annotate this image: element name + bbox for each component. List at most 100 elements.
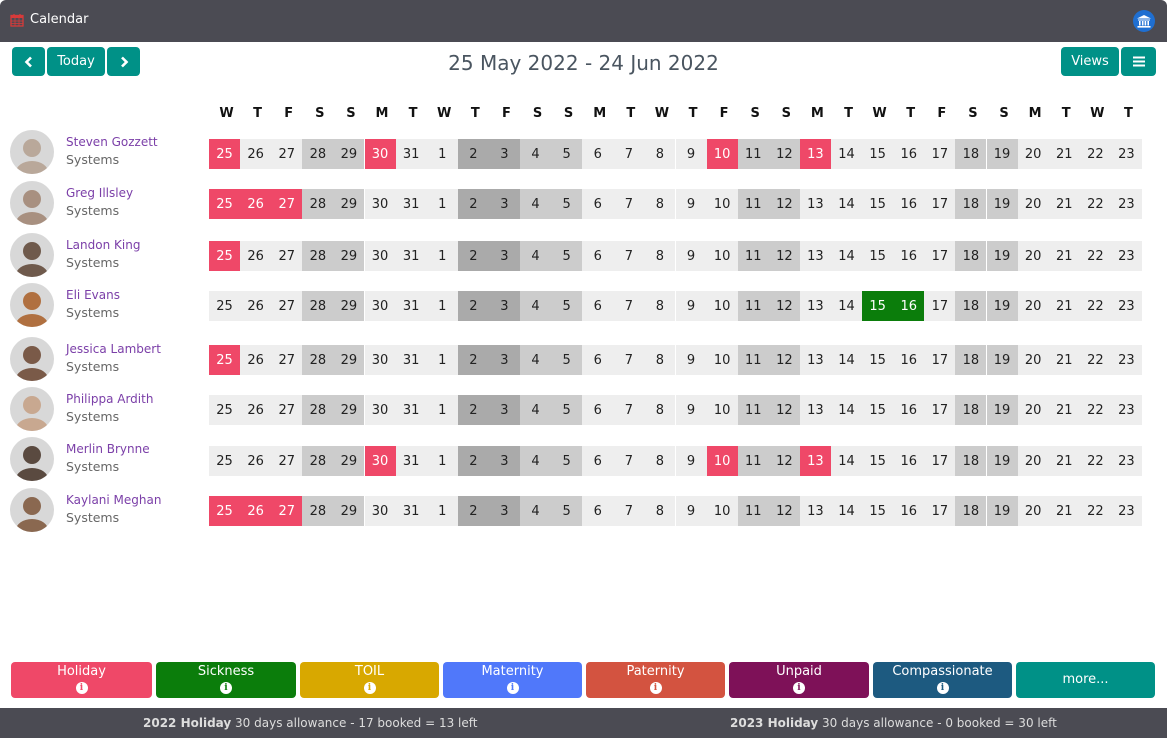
day-cell-holiday[interactable]: 30 (364, 446, 396, 476)
employee-name[interactable]: Merlin Brynne (66, 442, 150, 456)
day-cell[interactable]: 8 (644, 291, 676, 321)
day-cell-holiday[interactable]: 25 (209, 139, 241, 169)
day-cell[interactable]: 6 (582, 446, 614, 476)
day-cell[interactable]: 30 (364, 241, 396, 271)
day-cell[interactable]: 12 (768, 345, 800, 375)
day-cell[interactable]: 16 (893, 395, 925, 425)
day-cell[interactable]: 4 (520, 291, 552, 321)
day-cell[interactable]: 1 (426, 446, 458, 476)
day-cell[interactable]: 1 (426, 496, 458, 526)
day-cell[interactable]: 22 (1079, 446, 1111, 476)
avatar[interactable] (10, 437, 54, 481)
legend-sickness-button[interactable]: Sickness i (156, 662, 296, 698)
day-cell[interactable]: 16 (893, 446, 925, 476)
day-cell[interactable]: 19 (986, 291, 1018, 321)
day-cell[interactable]: 8 (644, 241, 676, 271)
day-cell-holiday[interactable]: 10 (706, 446, 738, 476)
day-cell[interactable]: 17 (924, 189, 956, 219)
day-cell[interactable]: 10 (706, 189, 738, 219)
day-cell[interactable]: 18 (955, 446, 987, 476)
day-cell-holiday[interactable]: 30 (364, 139, 396, 169)
day-cell-holiday[interactable]: 13 (799, 139, 831, 169)
info-icon[interactable]: i (220, 682, 232, 694)
day-cell[interactable]: 12 (768, 241, 800, 271)
day-cell[interactable]: 10 (706, 241, 738, 271)
day-cell[interactable]: 1 (426, 189, 458, 219)
day-cell[interactable]: 23 (1110, 291, 1142, 321)
day-cell[interactable]: 29 (333, 345, 365, 375)
legend-more-button[interactable]: more... (1016, 662, 1155, 698)
day-cell[interactable]: 29 (333, 446, 365, 476)
day-cell[interactable]: 26 (240, 139, 272, 169)
day-cell[interactable]: 5 (551, 496, 583, 526)
day-cell[interactable]: 11 (737, 496, 769, 526)
day-cell[interactable]: 4 (520, 345, 552, 375)
avatar[interactable] (10, 130, 54, 174)
day-cell[interactable]: 26 (240, 291, 272, 321)
day-cell[interactable]: 31 (395, 345, 427, 375)
day-cell-sickness[interactable]: 16 (893, 291, 925, 321)
day-cell[interactable]: 1 (426, 395, 458, 425)
day-cell[interactable]: 1 (426, 139, 458, 169)
legend-holiday-button[interactable]: Holiday i (11, 662, 152, 698)
day-cell[interactable]: 8 (644, 189, 676, 219)
legend-compassionate-button[interactable]: Compassionate i (873, 662, 1012, 698)
day-cell[interactable]: 11 (737, 395, 769, 425)
day-cell[interactable]: 17 (924, 446, 956, 476)
day-cell[interactable]: 27 (271, 241, 303, 271)
employee-name[interactable]: Jessica Lambert (66, 342, 161, 356)
legend-unpaid-button[interactable]: Unpaid i (729, 662, 869, 698)
day-cell[interactable]: 12 (768, 189, 800, 219)
day-cell[interactable]: 22 (1079, 345, 1111, 375)
day-cell[interactable]: 28 (302, 395, 334, 425)
day-cell[interactable]: 13 (799, 345, 831, 375)
day-cell[interactable]: 23 (1110, 395, 1142, 425)
day-cell[interactable]: 27 (271, 345, 303, 375)
info-icon[interactable]: i (936, 682, 949, 694)
day-cell[interactable]: 19 (986, 139, 1018, 169)
day-cell[interactable]: 5 (551, 139, 583, 169)
day-cell[interactable]: 21 (1048, 496, 1080, 526)
avatar[interactable] (10, 233, 54, 277)
day-cell[interactable]: 3 (488, 291, 520, 321)
day-cell[interactable]: 20 (1017, 291, 1049, 321)
day-cell[interactable]: 9 (675, 496, 707, 526)
day-cell[interactable]: 5 (551, 345, 583, 375)
day-cell[interactable]: 9 (675, 345, 707, 375)
day-cell[interactable]: 10 (706, 345, 738, 375)
day-cell[interactable]: 10 (706, 395, 738, 425)
bank-icon[interactable] (1133, 10, 1155, 32)
day-cell[interactable]: 23 (1110, 446, 1142, 476)
day-cell[interactable]: 10 (706, 291, 738, 321)
day-cell[interactable]: 17 (924, 291, 956, 321)
info-icon[interactable]: i (793, 682, 805, 694)
day-cell[interactable]: 15 (862, 241, 894, 271)
day-cell[interactable]: 29 (333, 241, 365, 271)
day-cell[interactable]: 23 (1110, 496, 1142, 526)
day-cell-holiday[interactable]: 25 (209, 241, 241, 271)
day-cell[interactable]: 19 (986, 395, 1018, 425)
day-cell[interactable]: 16 (893, 241, 925, 271)
day-cell[interactable]: 21 (1048, 189, 1080, 219)
day-cell[interactable]: 31 (395, 139, 427, 169)
info-icon[interactable]: i (75, 682, 88, 694)
day-cell[interactable]: 25 (209, 291, 241, 321)
day-cell[interactable]: 30 (364, 395, 396, 425)
day-cell[interactable]: 8 (644, 446, 676, 476)
day-cell-holiday[interactable]: 27 (271, 189, 303, 219)
day-cell[interactable]: 7 (613, 189, 645, 219)
day-cell[interactable]: 20 (1017, 496, 1049, 526)
day-cell[interactable]: 9 (675, 291, 707, 321)
day-cell-holiday[interactable]: 27 (271, 496, 303, 526)
day-cell[interactable]: 9 (675, 139, 707, 169)
day-cell[interactable]: 21 (1048, 291, 1080, 321)
day-cell[interactable]: 17 (924, 345, 956, 375)
day-cell[interactable]: 1 (426, 345, 458, 375)
day-cell[interactable]: 20 (1017, 241, 1049, 271)
day-cell[interactable]: 18 (955, 345, 987, 375)
day-cell[interactable]: 2 (457, 395, 489, 425)
day-cell[interactable]: 28 (302, 139, 334, 169)
day-cell[interactable]: 30 (364, 291, 396, 321)
day-cell[interactable]: 13 (799, 189, 831, 219)
day-cell[interactable]: 13 (799, 291, 831, 321)
